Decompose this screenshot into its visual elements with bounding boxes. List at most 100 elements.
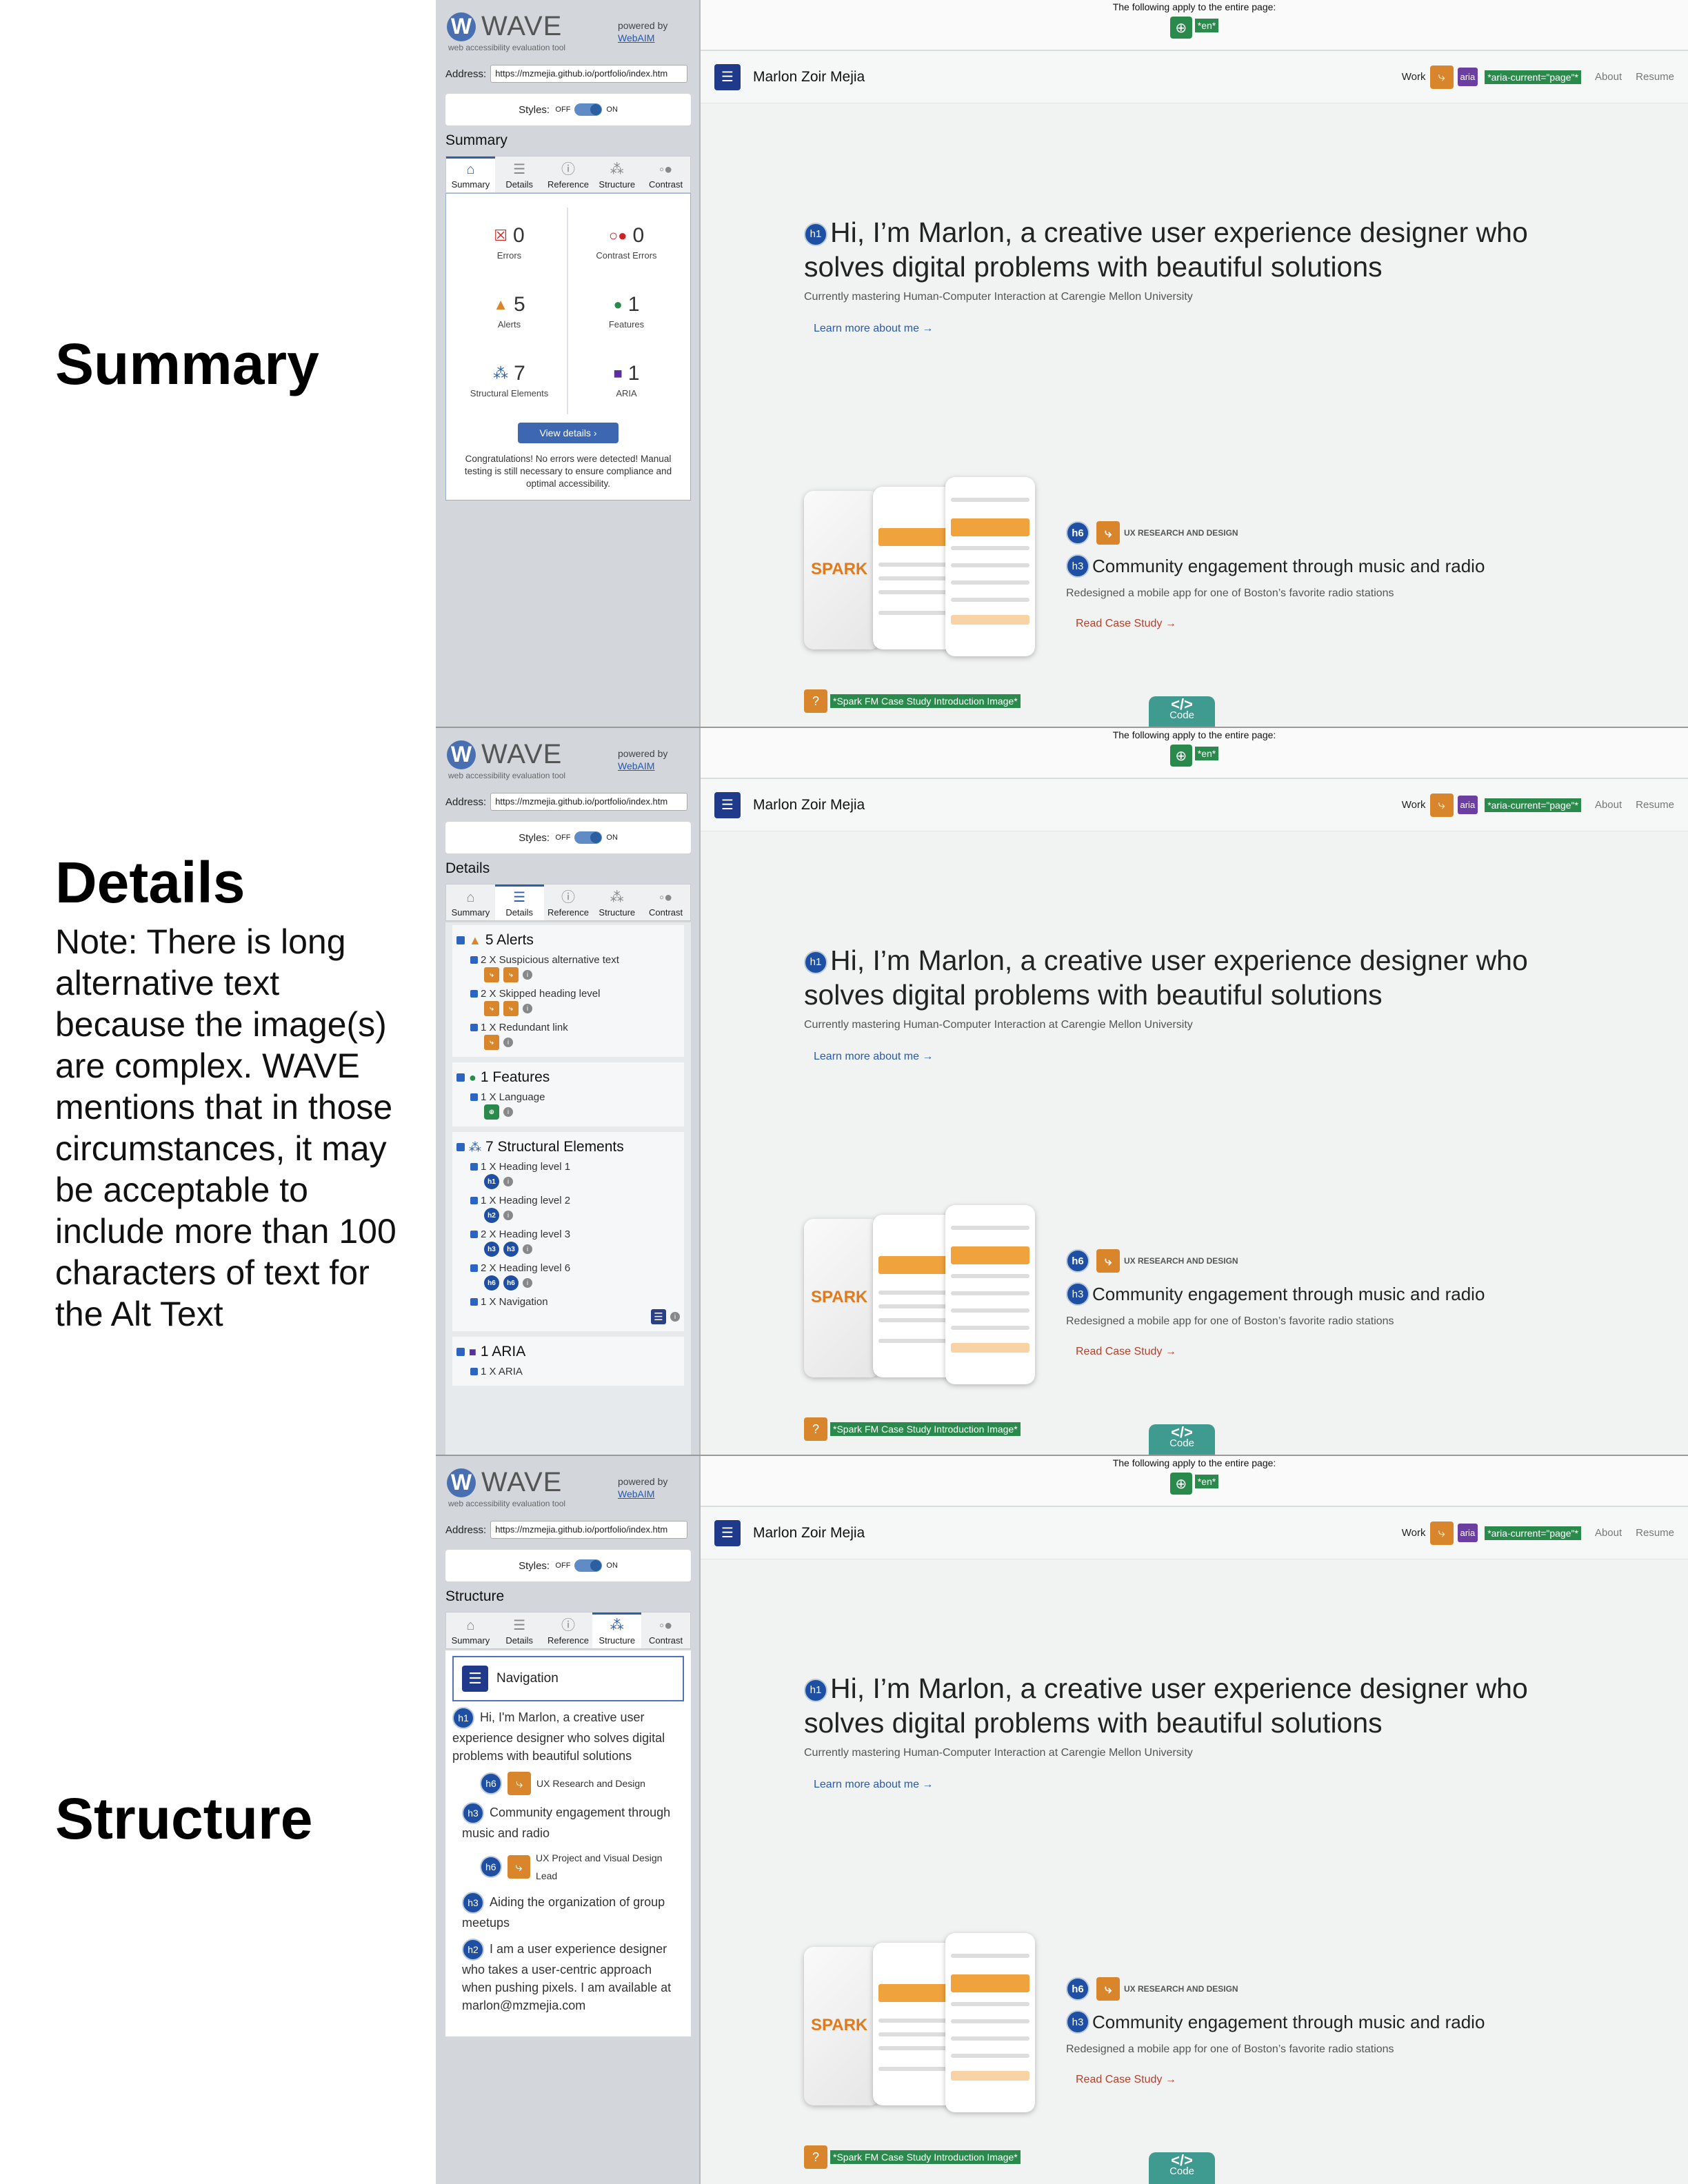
aria-icon[interactable]: aria bbox=[1457, 796, 1478, 814]
info-icon[interactable]: i bbox=[523, 970, 532, 980]
alert-icon[interactable]: ⤷ bbox=[1429, 1521, 1454, 1545]
h1-icon[interactable]: h1 bbox=[804, 223, 827, 247]
h2-icon[interactable]: h2 bbox=[484, 1208, 499, 1223]
structure-h3[interactable]: h3 Aiding the organization of group meetu… bbox=[462, 1892, 684, 1932]
navigation-icon[interactable]: ☰ bbox=[714, 1519, 741, 1546]
aria-checkbox[interactable] bbox=[456, 1348, 465, 1356]
nav-work[interactable]: Work bbox=[1402, 799, 1426, 811]
item-checkbox[interactable] bbox=[470, 1264, 478, 1272]
alert-icon[interactable]: ⤷ bbox=[484, 967, 499, 982]
info-icon[interactable]: i bbox=[503, 1177, 513, 1186]
features-checkbox[interactable] bbox=[456, 1073, 465, 1082]
styles-toggle[interactable] bbox=[574, 831, 603, 844]
info-icon[interactable]: i bbox=[503, 1038, 513, 1047]
alerts-checkbox[interactable] bbox=[456, 936, 465, 944]
aria-icon[interactable]: aria bbox=[1457, 1524, 1478, 1542]
tab-summary[interactable]: ⌂ Summary bbox=[446, 1612, 495, 1648]
alert-icon[interactable]: ⤷ bbox=[503, 1001, 519, 1016]
tab-contrast[interactable]: ◦● Contrast bbox=[641, 1612, 690, 1648]
address-input[interactable]: https://mzmejia.github.io/portfolio/inde… bbox=[490, 793, 688, 811]
tab-structure[interactable]: ⁂ Structure bbox=[592, 1612, 642, 1648]
info-icon[interactable]: i bbox=[523, 1244, 532, 1254]
h6-icon[interactable]: h6 bbox=[1066, 1977, 1089, 2001]
nav-about[interactable]: About bbox=[1595, 71, 1622, 83]
h3-icon[interactable]: h3 bbox=[503, 1242, 519, 1257]
alert-icon[interactable]: ⤷ bbox=[484, 1035, 499, 1050]
globe-icon[interactable]: ⊕ bbox=[1169, 17, 1192, 39]
h3-icon[interactable]: h3 bbox=[1066, 1282, 1089, 1306]
webaim-link[interactable]: WebAIM bbox=[618, 760, 667, 772]
alert-icon[interactable]: ? bbox=[804, 689, 827, 713]
globe-icon[interactable]: ⊕ bbox=[484, 1104, 499, 1120]
alert-icon[interactable]: ⤷ bbox=[1096, 521, 1120, 545]
info-icon[interactable]: i bbox=[523, 1004, 532, 1013]
tab-summary[interactable]: ⌂ Summary bbox=[446, 156, 495, 192]
h3-icon[interactable]: h3 bbox=[484, 1242, 499, 1257]
tab-structure[interactable]: ⁂ Structure bbox=[592, 884, 641, 920]
structure-navigation[interactable]: ☰ Navigation bbox=[452, 1656, 684, 1701]
tab-details[interactable]: ☰ Details bbox=[495, 156, 544, 192]
webaim-link[interactable]: WebAIM bbox=[618, 1488, 667, 1500]
alert-icon[interactable]: ⤷ bbox=[484, 1001, 499, 1016]
site-name[interactable]: Marlon Zoir Mejia bbox=[753, 797, 865, 813]
site-name[interactable]: Marlon Zoir Mejia bbox=[753, 69, 865, 85]
alert-icon[interactable]: ? bbox=[804, 2145, 827, 2169]
structure-h2[interactable]: h2 I am a user experience designer who ta… bbox=[462, 1939, 684, 2014]
h6-icon[interactable]: h6 bbox=[484, 1275, 499, 1291]
nav-resume[interactable]: Resume bbox=[1636, 799, 1674, 811]
alert-icon[interactable]: ⤷ bbox=[503, 967, 519, 982]
read-case-study-link[interactable]: Read Case Study → bbox=[1076, 1346, 1604, 1358]
alert-icon[interactable]: ⤷ bbox=[1429, 65, 1454, 89]
site-name[interactable]: Marlon Zoir Mejia bbox=[753, 1525, 865, 1541]
structure-h6[interactable]: h6 ⤷ UX Project and Visual Design Lead bbox=[480, 1849, 684, 1885]
h1-icon[interactable]: h1 bbox=[804, 1679, 827, 1703]
structure-h1[interactable]: h1 Hi, I'm Marlon, a creative user experi… bbox=[452, 1707, 684, 1765]
address-input[interactable]: https://mzmejia.github.io/portfolio/inde… bbox=[490, 1521, 688, 1539]
alert-icon[interactable]: ⤷ bbox=[1096, 1977, 1120, 2001]
item-checkbox[interactable] bbox=[470, 1197, 478, 1204]
info-icon[interactable]: i bbox=[670, 1312, 680, 1322]
tab-details[interactable]: ☰ Details bbox=[495, 1612, 544, 1648]
address-input[interactable]: https://mzmejia.github.io/portfolio/inde… bbox=[490, 65, 688, 83]
nav-resume[interactable]: Resume bbox=[1636, 71, 1674, 83]
nav-resume[interactable]: Resume bbox=[1636, 1527, 1674, 1539]
navigation-icon[interactable]: ☰ bbox=[714, 63, 741, 90]
learn-more-link[interactable]: Learn more about me → bbox=[814, 1779, 1576, 1791]
structure-h3[interactable]: h3 Community engagement through music and… bbox=[462, 1802, 684, 1842]
code-button[interactable]: </> Code bbox=[1149, 2152, 1215, 2184]
nav-work[interactable]: Work bbox=[1402, 1527, 1426, 1539]
nav-about[interactable]: About bbox=[1595, 1527, 1622, 1539]
item-checkbox[interactable] bbox=[470, 956, 478, 964]
alert-icon[interactable]: ⤷ bbox=[1096, 1249, 1120, 1273]
h6-icon[interactable]: h6 bbox=[503, 1275, 519, 1291]
learn-more-link[interactable]: Learn more about me → bbox=[814, 1051, 1576, 1063]
item-checkbox[interactable] bbox=[470, 990, 478, 998]
alert-icon[interactable]: ⤷ bbox=[1429, 793, 1454, 817]
item-checkbox[interactable] bbox=[470, 1231, 478, 1238]
read-case-study-link[interactable]: Read Case Study → bbox=[1076, 618, 1604, 630]
tab-details[interactable]: ☰ Details bbox=[494, 884, 544, 920]
nav-about[interactable]: About bbox=[1595, 799, 1622, 811]
code-button[interactable]: </> Code bbox=[1149, 696, 1215, 727]
view-details-button[interactable]: View details › bbox=[518, 423, 619, 443]
globe-icon[interactable]: ⊕ bbox=[1169, 1473, 1192, 1495]
info-icon[interactable]: i bbox=[503, 1107, 513, 1117]
item-checkbox[interactable] bbox=[470, 1093, 478, 1101]
h3-icon[interactable]: h3 bbox=[1066, 554, 1089, 578]
tab-reference[interactable]: ⓘ Reference bbox=[544, 156, 593, 192]
tab-reference[interactable]: ⓘ Reference bbox=[544, 884, 593, 920]
structure-h6[interactable]: h6 ⤷ UX Research and Design bbox=[480, 1772, 684, 1795]
h1-icon[interactable]: h1 bbox=[804, 951, 827, 975]
nav-work[interactable]: Work bbox=[1402, 71, 1426, 83]
h6-icon[interactable]: h6 bbox=[1066, 521, 1089, 545]
h1-icon[interactable]: h1 bbox=[484, 1174, 499, 1189]
tab-structure[interactable]: ⁂ Structure bbox=[592, 156, 641, 192]
tab-contrast[interactable]: ◦● Contrast bbox=[641, 156, 690, 192]
aria-icon[interactable]: aria bbox=[1457, 68, 1478, 86]
tab-contrast[interactable]: ◦● Contrast bbox=[641, 884, 690, 920]
alert-icon[interactable]: ? bbox=[804, 1417, 827, 1441]
info-icon[interactable]: i bbox=[503, 1211, 513, 1220]
item-checkbox[interactable] bbox=[470, 1298, 478, 1306]
webaim-link[interactable]: WebAIM bbox=[618, 32, 667, 44]
item-checkbox[interactable] bbox=[470, 1368, 478, 1375]
